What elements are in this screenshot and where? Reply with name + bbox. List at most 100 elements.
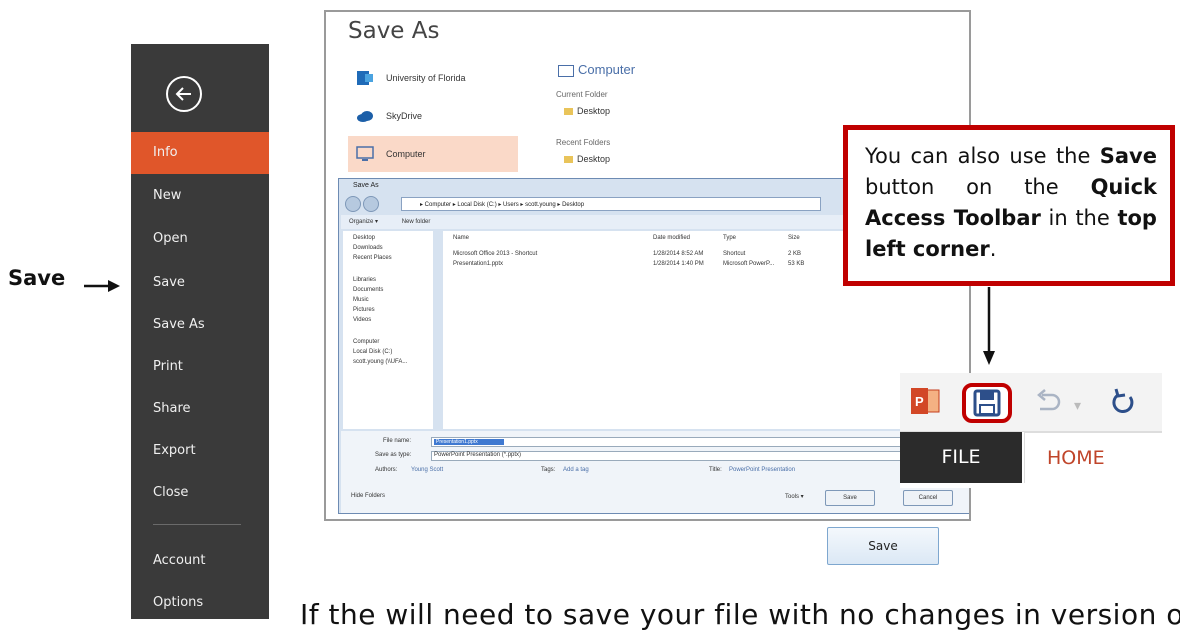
quick-access-toolbar: P ▾ <box>900 373 1162 432</box>
title-value[interactable]: PowerPoint Presentation <box>729 467 795 473</box>
column-header-size[interactable]: Size <box>788 235 800 241</box>
svg-text:P: P <box>915 394 924 409</box>
callout-text: button on the <box>865 175 1059 199</box>
dialog-save-button[interactable]: Save <box>825 490 875 506</box>
file-row-date: 1/28/2014 8:52 AM <box>653 251 704 257</box>
recent-folders-label: Recent Folders <box>556 138 611 147</box>
sidebar-item-new[interactable]: New <box>131 175 269 217</box>
sidebar-item-options[interactable]: Options <box>131 582 269 624</box>
callout-emphasis: Save <box>1099 144 1157 168</box>
forward-nav-button[interactable] <box>363 196 379 212</box>
tags-value[interactable]: Add a tag <box>563 467 589 473</box>
sidebar-item-save-as[interactable]: Save As <box>131 304 269 346</box>
computer-icon <box>356 146 374 161</box>
sidebar-item-print[interactable]: Print <box>131 346 269 388</box>
address-bar[interactable]: ▸ Computer ▸ Local Disk (C:) ▸ Users ▸ s… <box>401 197 821 211</box>
down-arrow-icon <box>983 287 995 365</box>
sidebar-item-info[interactable]: Info <box>131 132 269 174</box>
nav-item[interactable]: Music <box>353 297 369 303</box>
tools-button[interactable]: Tools ▾ <box>785 493 804 500</box>
repeat-icon[interactable] <box>1110 387 1138 417</box>
file-row-type: Shortcut <box>723 251 746 257</box>
sidebar-item-open[interactable]: Open <box>131 218 269 260</box>
nav-item[interactable]: Documents <box>353 287 383 293</box>
sidebar-item-export[interactable]: Export <box>131 430 269 472</box>
callout-text: in the <box>1048 206 1110 230</box>
sidebar-item-save[interactable]: Save <box>131 262 269 304</box>
place-label: University of Florida <box>386 73 466 83</box>
undo-dropdown-icon[interactable]: ▾ <box>1074 397 1081 414</box>
right-arrow-icon <box>84 280 120 292</box>
save-annotation-label: Save <box>8 266 66 290</box>
place-label: Computer <box>386 149 426 159</box>
tab-home[interactable]: HOME <box>1024 432 1162 483</box>
sidebar-item-share[interactable]: Share <box>131 388 269 430</box>
column-header-date[interactable]: Date modified <box>653 235 690 241</box>
save-button[interactable]: Save <box>827 527 939 565</box>
recent-folder-item[interactable]: Desktop <box>564 154 610 164</box>
nav-item[interactable]: Desktop <box>353 235 375 241</box>
file-name-label: File name: <box>383 438 412 444</box>
organize-button[interactable]: Organize ▾ <box>349 219 378 225</box>
callout-text: . <box>989 237 997 261</box>
column-header-name[interactable]: Name <box>453 235 469 241</box>
authors-value[interactable]: Young Scott <box>411 467 443 473</box>
file-row-type: Microsoft PowerP... <box>723 261 775 267</box>
callout-box: You can also use the Save button on the … <box>843 125 1175 286</box>
save-type-select[interactable]: PowerPoint Presentation (*.pptx) <box>431 451 961 461</box>
qat-save-button[interactable] <box>962 383 1012 423</box>
nav-item[interactable]: scott.young (\\UFA... <box>353 359 407 365</box>
file-row-date: 1/28/2014 1:40 PM <box>653 261 704 267</box>
undo-icon[interactable] <box>1034 389 1062 415</box>
sidebar-item-account[interactable]: Account <box>131 540 269 582</box>
file-name-input[interactable]: Presentation1.pptx <box>431 437 961 447</box>
powerpoint-icon: P <box>911 388 940 414</box>
floppy-disk-icon <box>973 389 1001 417</box>
page-title: Save As <box>348 18 440 44</box>
sharepoint-icon <box>357 71 373 85</box>
nav-item[interactable]: Local Disk (C:) <box>353 349 392 355</box>
navigation-pane: Desktop Downloads Recent Places Librarie… <box>343 231 433 429</box>
folder-icon <box>564 108 573 116</box>
body-text: If the will need to save your file with … <box>300 598 1180 631</box>
save-type-label: Save as type: <box>375 452 412 458</box>
new-folder-button[interactable]: New folder <box>402 219 431 225</box>
tab-file[interactable]: FILE <box>900 432 1022 483</box>
place-skydrive[interactable]: SkyDrive <box>348 98 518 134</box>
file-row-size: 2 KB <box>788 251 802 257</box>
nav-item[interactable]: Recent Places <box>353 255 392 261</box>
tags-label: Tags: <box>541 467 556 473</box>
place-sharepoint[interactable]: University of Florida <box>348 60 518 96</box>
title-label: Title: <box>709 467 722 473</box>
column-header-type[interactable]: Type <box>723 235 736 241</box>
sidebar-item-close[interactable]: Close <box>131 472 269 514</box>
file-row-name[interactable]: Microsoft Office 2013 - Shortcut <box>453 251 537 257</box>
computer-heading: Computer <box>558 62 635 77</box>
quick-access-toolbar-crop: P ▾ FILE HOME <box>900 373 1162 488</box>
file-row-size: 53 KB <box>788 261 805 267</box>
backstage-sidebar: Info New Open Save Save As Print Share E… <box>131 44 269 619</box>
folder-icon <box>564 156 573 164</box>
current-folder-item[interactable]: Desktop <box>564 106 610 116</box>
back-nav-button[interactable] <box>345 196 361 212</box>
current-folder-label: Current Folder <box>556 90 608 99</box>
nav-item[interactable]: Libraries <box>353 277 376 283</box>
back-arrow-icon <box>175 87 191 101</box>
skydrive-icon <box>357 111 373 122</box>
authors-label: Authors: <box>375 467 398 473</box>
place-computer[interactable]: Computer <box>348 136 518 172</box>
nav-item[interactable]: Downloads <box>353 245 383 251</box>
hide-folders-button[interactable]: Hide Folders <box>351 493 385 499</box>
file-row-name[interactable]: Presentation1.pptx <box>453 261 503 267</box>
nav-item[interactable]: Computer <box>353 339 379 345</box>
sidebar-divider <box>153 524 241 525</box>
back-button[interactable] <box>166 76 202 112</box>
nav-item[interactable]: Pictures <box>353 307 375 313</box>
nav-item[interactable]: Videos <box>353 317 371 323</box>
dialog-cancel-button[interactable]: Cancel <box>903 490 953 506</box>
place-label: SkyDrive <box>386 111 423 121</box>
file-name-selection: Presentation1.pptx <box>434 439 504 445</box>
dialog-bottom-panel: File name: Presentation1.pptx Save as ty… <box>341 431 969 513</box>
callout-text: You can also use the <box>865 144 1091 168</box>
computer-icon <box>558 64 574 77</box>
